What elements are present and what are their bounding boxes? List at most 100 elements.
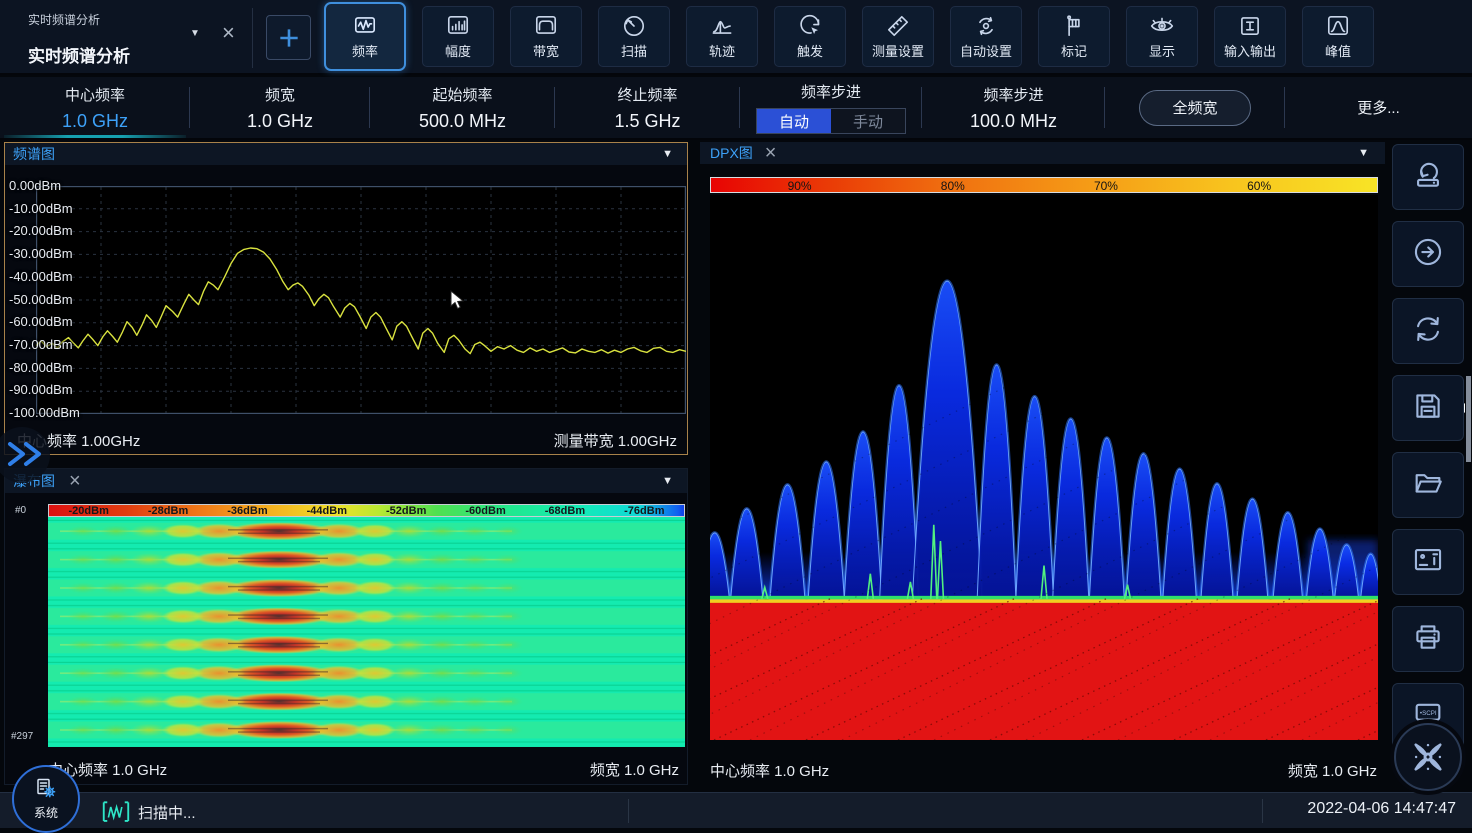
- selected-field-underline: [4, 135, 186, 138]
- step-mode-toggle: 自动 手动: [756, 108, 906, 134]
- amplitude-icon: [445, 13, 471, 39]
- waterfall-colorbar-label: -68dBm: [525, 505, 604, 516]
- toolbar-button-peak[interactable]: 峰值: [1302, 6, 1374, 67]
- waterfall-panel-header: 瀑布图 ×: [5, 469, 687, 493]
- navigator-button[interactable]: [1394, 723, 1462, 791]
- toggle-manual[interactable]: 手动: [831, 109, 905, 133]
- toolbar-button-measure-setup[interactable]: 测量设置: [862, 6, 934, 67]
- frequency-icon: [352, 13, 378, 39]
- toolbar-button-trace[interactable]: 轨迹: [686, 6, 758, 67]
- status-text: 扫描中...: [138, 802, 196, 823]
- system-button[interactable]: 系统: [12, 765, 80, 833]
- bandwidth-icon: [533, 13, 559, 39]
- cell-more: 更多...: [1285, 77, 1472, 138]
- save-button[interactable]: [1392, 375, 1464, 441]
- open-button[interactable]: [1392, 452, 1464, 518]
- spectrum-measure-bandwidth-label: 测量带宽 1.00GHz: [554, 430, 677, 451]
- layout-icon: [1411, 543, 1445, 582]
- y-axis-label: 0.00dBm: [9, 178, 61, 193]
- expand-chevrons-button[interactable]: [6, 441, 50, 471]
- toolbar-button-trigger[interactable]: 触发: [774, 6, 846, 67]
- waterfall-close-icon[interactable]: ×: [69, 471, 81, 491]
- dpx-collapse-icon[interactable]: ▼: [1358, 147, 1369, 159]
- field-frequency-step-mode: 频率步进 自动 手动: [740, 77, 922, 138]
- tab-dropdown-icon[interactable]: ▼: [190, 28, 200, 39]
- status-divider: [1262, 799, 1263, 823]
- dpx-colorbar-label: 90%: [788, 179, 812, 193]
- run-button[interactable]: [1392, 221, 1464, 287]
- save-icon: [1411, 389, 1445, 428]
- toolbar-button-display[interactable]: 显示: [1126, 6, 1198, 67]
- waterfall-collapse-icon[interactable]: ▼: [662, 475, 673, 487]
- tab-close-icon[interactable]: ×: [222, 22, 235, 44]
- dpx-plot[interactable]: [710, 195, 1378, 740]
- more-button[interactable]: 更多...: [1357, 97, 1400, 118]
- print-button[interactable]: [1392, 606, 1464, 672]
- spectrum-plot[interactable]: [36, 186, 686, 414]
- open-icon: [1411, 466, 1445, 505]
- toolbar-button-frequency[interactable]: 频率: [324, 2, 406, 71]
- waterfall-first-row-index: #0: [15, 505, 26, 516]
- refresh-icon: [1411, 312, 1445, 351]
- waterfall-colorbar-label: -60dBm: [446, 505, 525, 516]
- dpx-panel-header: DPX图 ×: [700, 142, 1385, 164]
- waterfall-colorbar-label: -28dBm: [128, 505, 207, 516]
- trigger-icon: [797, 13, 823, 39]
- dpx-colorbar-label: 60%: [1247, 179, 1271, 193]
- y-axis-label: -70.00dBm: [9, 337, 73, 352]
- y-axis-label: -60.00dBm: [9, 314, 73, 329]
- cell-full-span: 全频宽: [1105, 77, 1285, 138]
- add-tab-button[interactable]: [266, 15, 311, 60]
- y-axis-label: -80.00dBm: [9, 360, 73, 375]
- dpx-panel-title: DPX图: [710, 143, 753, 163]
- dpx-close-icon[interactable]: ×: [765, 143, 777, 163]
- spectrum-collapse-icon[interactable]: ▼: [662, 148, 673, 160]
- waterfall-colorbar-label: -52dBm: [367, 505, 446, 516]
- run-icon: [1411, 235, 1445, 274]
- toolbar-button-input-output[interactable]: 输入输出: [1214, 6, 1286, 67]
- field-frequency-step[interactable]: 频率步进 100.0 MHz: [922, 77, 1105, 138]
- toggle-auto[interactable]: 自动: [757, 109, 831, 133]
- toolbar-button-auto-setup[interactable]: 自动设置: [950, 6, 1022, 67]
- mode-tab-label: 实时频谱分析: [28, 11, 100, 28]
- dpx-colorbar: 90%80%70%60%: [710, 177, 1378, 193]
- parameter-bar: 中心频率 1.0 GHz 频宽 1.0 GHz 起始频率 500.0 MHz 终…: [0, 77, 1472, 140]
- waterfall-colorbar-label: -76dBm: [605, 505, 684, 516]
- status-bar: 系统 扫描中... 2022-04-06 14:47:47: [0, 792, 1472, 828]
- layout-button[interactable]: [1392, 529, 1464, 595]
- toolbar-button-sweep[interactable]: 扫描: [598, 6, 670, 67]
- dpx-center-frequency-label: 中心频率 1.0 GHz: [710, 760, 829, 781]
- measure-setup-icon: [885, 13, 911, 39]
- preset-button[interactable]: [1392, 144, 1464, 210]
- toolbar-button-marker[interactable]: 标记: [1038, 6, 1110, 67]
- edge-scrollbar-handle[interactable]: [1466, 376, 1471, 462]
- waterfall-panel: 瀑布图 × ▼ #0 -20dBm-28dBm-36dBm-44dBm-52dB…: [4, 468, 688, 785]
- double-chevron-icon: [6, 441, 46, 467]
- waterfall-last-row-index: #297: [11, 731, 33, 742]
- toolbar-button-amplitude[interactable]: 幅度: [422, 6, 494, 67]
- refresh-button[interactable]: [1392, 298, 1464, 364]
- waterfall-colorbar-label: -44dBm: [287, 505, 366, 516]
- field-center-frequency[interactable]: 中心频率 1.0 GHz: [0, 77, 190, 138]
- y-axis-label: -20.00dBm: [9, 223, 73, 238]
- y-axis-label: -40.00dBm: [9, 269, 73, 284]
- system-icon: [34, 777, 58, 806]
- dpx-span-label: 频宽 1.0 GHz: [1288, 760, 1377, 781]
- trace-icon: [709, 13, 735, 39]
- toolbar-button-bandwidth[interactable]: 带宽: [510, 6, 582, 67]
- waterfall-plot[interactable]: [48, 517, 685, 747]
- full-span-button[interactable]: 全频宽: [1139, 90, 1251, 126]
- field-start-frequency[interactable]: 起始频率 500.0 MHz: [370, 77, 555, 138]
- y-axis-label: -10.00dBm: [9, 201, 73, 216]
- divider: [252, 8, 253, 68]
- plus-icon: [276, 25, 302, 51]
- y-axis-label: -50.00dBm: [9, 292, 73, 307]
- field-span[interactable]: 频宽 1.0 GHz: [190, 77, 370, 138]
- waterfall-colorbar-label: -20dBm: [49, 505, 128, 516]
- spectrum-panel: 频谱图 ▼ 中心频率 1.00GHz 测量带宽 1.00GHz 0.00dBm-…: [4, 142, 688, 455]
- peak-icon: [1325, 13, 1351, 39]
- field-stop-frequency[interactable]: 终止频率 1.5 GHz: [555, 77, 740, 138]
- input-output-icon: [1237, 13, 1263, 39]
- page-title: 实时频谱分析: [28, 42, 130, 67]
- sweep-icon: [621, 13, 647, 39]
